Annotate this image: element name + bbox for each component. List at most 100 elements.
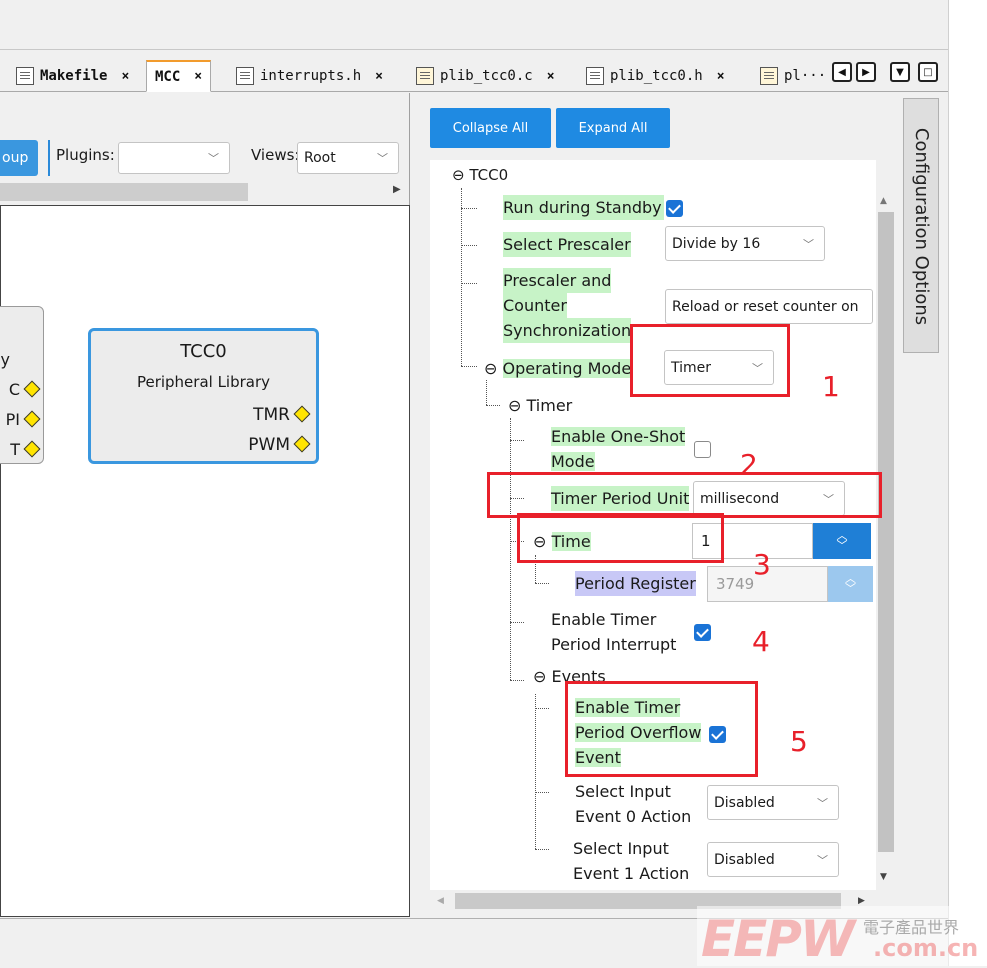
tree-line xyxy=(535,583,549,584)
tree-line xyxy=(461,245,477,246)
tab-makefile[interactable]: Makefile × xyxy=(8,62,137,90)
port-diamond-icon[interactable] xyxy=(23,440,41,458)
annotation-box-2 xyxy=(487,472,882,518)
port-diamond-icon[interactable] xyxy=(293,435,311,453)
tree-node-timer[interactable]: ⊖ Timer xyxy=(508,393,572,418)
select-prescaler-label: Select Prescaler xyxy=(503,232,631,257)
group-button[interactable]: oup xyxy=(0,140,38,176)
prescaler-sync-label: Prescaler and Counter Synchronization xyxy=(503,268,632,343)
collapse-icon[interactable]: ⊖ xyxy=(484,359,497,378)
file-icon xyxy=(16,67,34,85)
port-diamond-icon[interactable] xyxy=(23,380,41,398)
scroll-up-icon[interactable]: ▲ xyxy=(880,196,887,206)
collapse-all-button[interactable]: Collapse All xyxy=(430,108,551,148)
prescaler-select[interactable]: Divide by 16 ﹀ xyxy=(665,226,825,261)
collapse-icon[interactable]: ⊖ xyxy=(452,166,465,184)
tab-plib-tcc0-c[interactable]: plib_tcc0.c × xyxy=(408,62,563,90)
prescaler-sync-select[interactable]: Reload or reset counter on xyxy=(665,289,873,324)
annotation-box-3 xyxy=(517,513,724,563)
toolbar-area xyxy=(0,0,948,50)
scroll-down-icon[interactable]: ▼ xyxy=(880,872,887,882)
chevron-down-icon: ﹀ xyxy=(817,796,828,810)
scrollbar-thumb[interactable] xyxy=(878,212,894,852)
maximize-icon[interactable]: □ xyxy=(918,62,938,82)
port-tmr[interactable]: TMR xyxy=(253,405,311,425)
oneshot-checkbox[interactable] xyxy=(694,441,711,458)
tree-line xyxy=(461,283,477,284)
period-interrupt-label: Enable Timer Period Interrupt xyxy=(551,610,677,654)
tab-list-dropdown-icon[interactable]: ▼ xyxy=(890,62,910,82)
tree-line xyxy=(510,680,524,681)
tree-node-tcc0[interactable]: ⊖ TCC0 xyxy=(452,163,508,188)
port-pwm[interactable]: PWM xyxy=(248,435,311,455)
tab-mcc[interactable]: MCC × xyxy=(146,60,212,92)
chevron-down-icon: ﹀ xyxy=(377,152,388,165)
tree-node-operating-mode[interactable]: ⊖ Operating Mode xyxy=(484,356,632,381)
close-icon[interactable]: × xyxy=(194,69,202,84)
tree-line xyxy=(510,440,524,441)
event0-action-label: Select Input Event 0 Action xyxy=(575,782,692,826)
tree-line xyxy=(461,188,462,366)
tree-line xyxy=(486,380,487,405)
close-icon[interactable]: × xyxy=(547,69,555,84)
event1-action-select[interactable]: Disabled ﹀ xyxy=(707,842,839,877)
divider xyxy=(48,140,50,176)
period-register-label: Period Register xyxy=(575,571,696,596)
tree-line xyxy=(461,208,477,209)
port-diamond-icon[interactable] xyxy=(23,410,41,428)
collapse-icon[interactable]: ⊖ xyxy=(508,396,521,415)
annotation-number-1: 1 xyxy=(822,370,840,403)
period-register-stepper: ︿ ﹀ xyxy=(828,566,873,602)
tab-scroll-right-icon[interactable]: ▶ xyxy=(856,62,876,82)
expand-all-button[interactable]: Expand All xyxy=(556,108,670,148)
eepw-watermark: EEPW 電子產品世界 .com.cn xyxy=(697,906,987,968)
scrollbar-thumb[interactable] xyxy=(0,183,248,201)
annotation-number-4: 4 xyxy=(752,625,770,658)
tab-scroll-left-icon[interactable]: ◀ xyxy=(832,62,852,82)
block-subtitle: Peripheral Library xyxy=(136,373,271,391)
source-file-icon xyxy=(416,67,434,85)
header-file-icon xyxy=(586,67,604,85)
tree-line xyxy=(510,622,524,623)
annotation-number-2: 2 xyxy=(740,448,758,481)
close-icon[interactable]: × xyxy=(375,69,383,84)
chevron-down-icon[interactable]: ﹀ xyxy=(837,540,848,551)
port-diamond-icon[interactable] xyxy=(293,405,311,423)
plugins-label: Plugins: xyxy=(56,146,115,164)
close-icon[interactable]: × xyxy=(717,69,725,84)
scroll-left-icon[interactable]: ◀ xyxy=(437,896,444,906)
tab-interrupts-h[interactable]: interrupts.h × xyxy=(228,62,391,90)
tree-line xyxy=(535,792,549,793)
tab-overflow[interactable]: pl··· xyxy=(752,62,834,90)
project-graph-canvas[interactable] xyxy=(0,205,410,917)
plugins-select[interactable]: ﹀ xyxy=(118,142,230,174)
scroll-right-icon[interactable]: ▶ xyxy=(393,184,401,195)
annotation-box-5 xyxy=(565,681,758,777)
run-standby-label: Run during Standby xyxy=(503,195,664,220)
event0-action-select[interactable]: Disabled ﹀ xyxy=(707,785,839,820)
period-interrupt-checkbox[interactable] xyxy=(694,624,711,641)
tree-line xyxy=(535,694,536,849)
annotation-box-1 xyxy=(630,324,790,397)
chevron-down-icon: ﹀ xyxy=(845,582,856,595)
scroll-right-icon[interactable]: ▶ xyxy=(858,896,865,906)
tree-line xyxy=(535,849,549,850)
chevron-down-icon: ﹀ xyxy=(817,853,828,867)
tcc0-block[interactable]: TCC0 Peripheral Library TMR PWM xyxy=(88,328,319,464)
chevron-down-icon: ﹀ xyxy=(803,237,814,251)
configuration-options-tab[interactable]: Configuration Options xyxy=(903,98,939,353)
annotation-number-3: 3 xyxy=(753,548,771,581)
window-edge xyxy=(948,0,987,966)
tree-line xyxy=(461,366,477,367)
run-standby-checkbox[interactable] xyxy=(666,200,683,217)
time-stepper[interactable]: ︿ ﹀ xyxy=(813,523,871,559)
event1-action-label: Select Input Event 1 Action xyxy=(573,839,690,883)
collapse-icon[interactable]: ⊖ xyxy=(533,667,546,686)
tab-plib-tcc0-h[interactable]: plib_tcc0.h × xyxy=(578,62,733,90)
source-file-icon xyxy=(760,67,778,85)
tree-line xyxy=(535,708,549,709)
block-title: TCC0 xyxy=(180,341,227,362)
tree-line xyxy=(486,405,500,406)
close-icon[interactable]: × xyxy=(121,69,129,84)
views-select[interactable]: Root ﹀ xyxy=(297,142,399,174)
